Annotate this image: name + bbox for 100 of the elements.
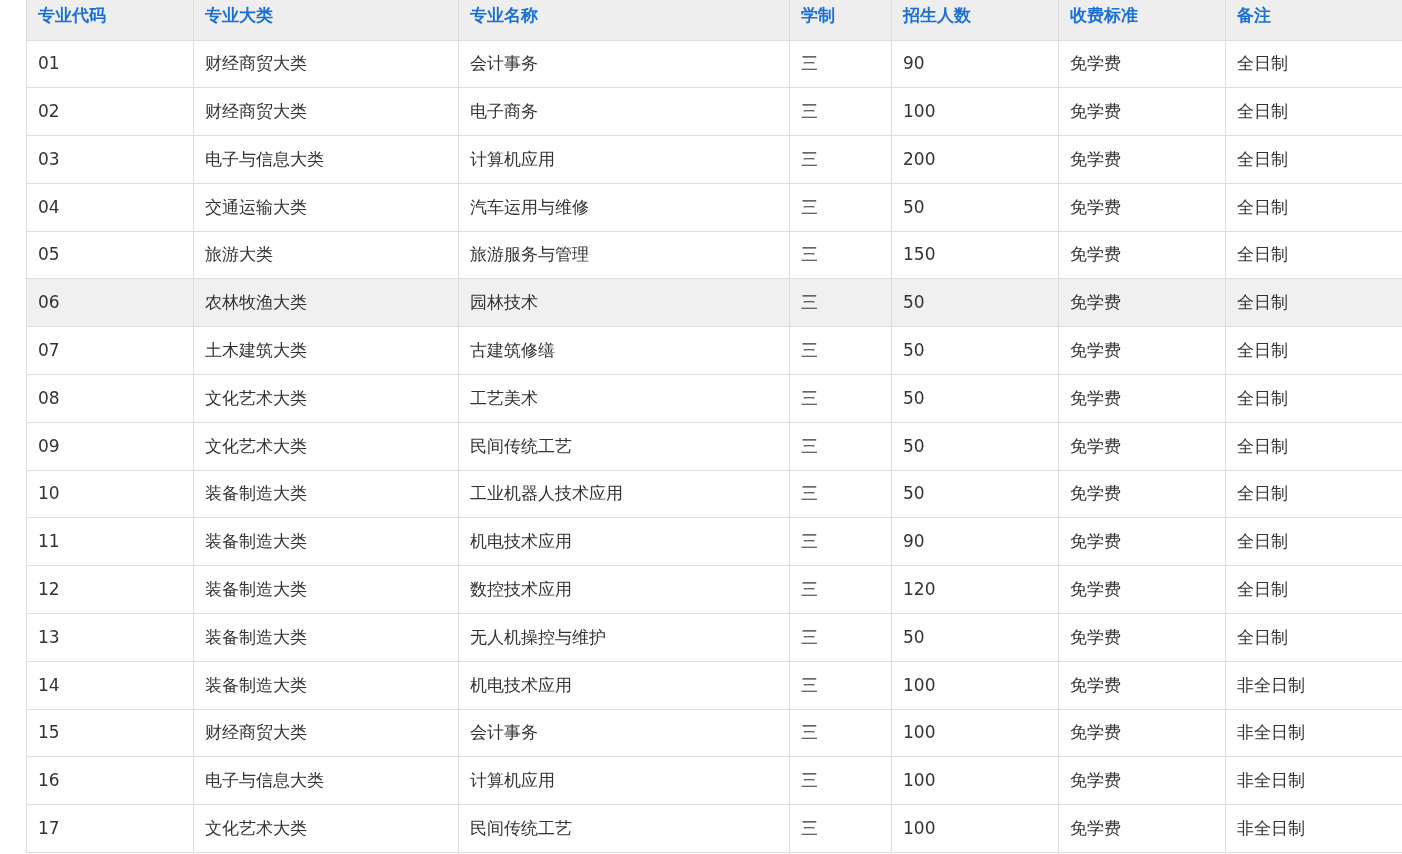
table-cell: 三 xyxy=(789,661,892,710)
table-cell: 50 xyxy=(891,326,1059,375)
table-cell: 09 xyxy=(26,422,194,471)
table-cell: 11 xyxy=(26,517,194,566)
table-cell: 免学费 xyxy=(1058,40,1226,88)
table-cell: 装备制造大类 xyxy=(193,470,459,518)
table-cell: 全日制 xyxy=(1225,374,1402,423)
table-cell: 50 xyxy=(891,374,1059,423)
table-cell: 装备制造大类 xyxy=(193,661,459,710)
table-cell: 免学费 xyxy=(1058,279,1226,327)
table-cell: 数控技术应用 xyxy=(458,565,790,614)
table-cell: 三 xyxy=(789,40,892,88)
table-cell: 非全日制 xyxy=(1225,804,1402,853)
table-cell: 免学费 xyxy=(1058,87,1226,136)
table-cell: 04 xyxy=(26,183,194,232)
table-cell: 07 xyxy=(26,326,194,375)
table-cell: 装备制造大类 xyxy=(193,517,459,566)
table-cell: 02 xyxy=(26,87,194,136)
table-cell: 民间传统工艺 xyxy=(458,804,790,853)
table-cell: 装备制造大类 xyxy=(193,613,459,662)
table-cell: 工业机器人技术应用 xyxy=(458,470,790,518)
table-cell: 06 xyxy=(26,279,194,327)
table-cell: 三 xyxy=(789,565,892,614)
table-cell: 非全日制 xyxy=(1225,661,1402,710)
table-cell: 免学费 xyxy=(1058,613,1226,662)
table-cell: 150 xyxy=(891,231,1059,279)
table-cell: 汽车运用与维修 xyxy=(458,183,790,232)
table-cell: 免学费 xyxy=(1058,183,1226,232)
table-cell: 电子商务 xyxy=(458,87,790,136)
table-cell: 免学费 xyxy=(1058,135,1226,184)
table-cell: 05 xyxy=(26,231,194,279)
table-cell: 机电技术应用 xyxy=(458,661,790,710)
table-cell: 装备制造大类 xyxy=(193,565,459,614)
table-cell: 交通运输大类 xyxy=(193,183,459,232)
table-cell: 16 xyxy=(26,756,194,805)
table-cell: 三 xyxy=(789,804,892,853)
table-cell: 文化艺术大类 xyxy=(193,804,459,853)
table-cell: 免学费 xyxy=(1058,470,1226,518)
table-cell: 计算机应用 xyxy=(458,135,790,184)
table-cell: 三 xyxy=(789,756,892,805)
table-cell: 三 xyxy=(789,231,892,279)
table-cell: 100 xyxy=(891,87,1059,136)
table-cell: 三 xyxy=(789,422,892,471)
table-cell: 08 xyxy=(26,374,194,423)
table-cell: 旅游大类 xyxy=(193,231,459,279)
table-cell: 全日制 xyxy=(1225,422,1402,471)
table-cell: 90 xyxy=(891,40,1059,88)
table-cell: 全日制 xyxy=(1225,183,1402,232)
table-cell: 50 xyxy=(891,470,1059,518)
table-cell: 三 xyxy=(789,374,892,423)
table-cell: 免学费 xyxy=(1058,517,1226,566)
table-cell: 90 xyxy=(891,517,1059,566)
table-cell: 三 xyxy=(789,183,892,232)
table-cell: 免学费 xyxy=(1058,804,1226,853)
table-cell: 非全日制 xyxy=(1225,756,1402,805)
table-cell: 100 xyxy=(891,661,1059,710)
table-cell: 旅游服务与管理 xyxy=(458,231,790,279)
table-cell: 50 xyxy=(891,613,1059,662)
table-cell: 全日制 xyxy=(1225,231,1402,279)
table-cell: 三 xyxy=(789,709,892,757)
table-cell: 全日制 xyxy=(1225,517,1402,566)
table-cell: 计算机应用 xyxy=(458,756,790,805)
table-cell: 文化艺术大类 xyxy=(193,422,459,471)
table-cell: 全日制 xyxy=(1225,470,1402,518)
table-cell: 100 xyxy=(891,804,1059,853)
table-cell: 全日制 xyxy=(1225,613,1402,662)
table-cell: 会计事务 xyxy=(458,709,790,757)
table-cell: 12 xyxy=(26,565,194,614)
table-cell: 农林牧渔大类 xyxy=(193,279,459,327)
table-cell: 100 xyxy=(891,756,1059,805)
table-cell: 01 xyxy=(26,40,194,88)
table-cell: 全日制 xyxy=(1225,326,1402,375)
table-cell: 财经商贸大类 xyxy=(193,87,459,136)
table-cell: 电子与信息大类 xyxy=(193,135,459,184)
table-cell: 古建筑修缮 xyxy=(458,326,790,375)
table-cell: 免学费 xyxy=(1058,422,1226,471)
table-cell: 财经商贸大类 xyxy=(193,40,459,88)
table-cell: 200 xyxy=(891,135,1059,184)
table-cell: 三 xyxy=(789,135,892,184)
table-cell: 03 xyxy=(26,135,194,184)
table-cell: 15 xyxy=(26,709,194,757)
table-cell: 全日制 xyxy=(1225,279,1402,327)
table-cell: 全日制 xyxy=(1225,565,1402,614)
table-cell: 10 xyxy=(26,470,194,518)
table-cell: 无人机操控与维护 xyxy=(458,613,790,662)
table-cell: 免学费 xyxy=(1058,709,1226,757)
table-cell: 100 xyxy=(891,709,1059,757)
table-cell: 三 xyxy=(789,326,892,375)
table-cell: 三 xyxy=(789,87,892,136)
table-cell: 工艺美术 xyxy=(458,374,790,423)
table-cell: 14 xyxy=(26,661,194,710)
table-cell: 50 xyxy=(891,422,1059,471)
table-cell: 文化艺术大类 xyxy=(193,374,459,423)
table-cell: 50 xyxy=(891,183,1059,232)
table-cell: 免学费 xyxy=(1058,374,1226,423)
table-cell: 财经商贸大类 xyxy=(193,709,459,757)
table-cell: 免学费 xyxy=(1058,231,1226,279)
table-cell: 全日制 xyxy=(1225,40,1402,88)
table-cell: 会计事务 xyxy=(458,40,790,88)
table-cell: 全日制 xyxy=(1225,87,1402,136)
